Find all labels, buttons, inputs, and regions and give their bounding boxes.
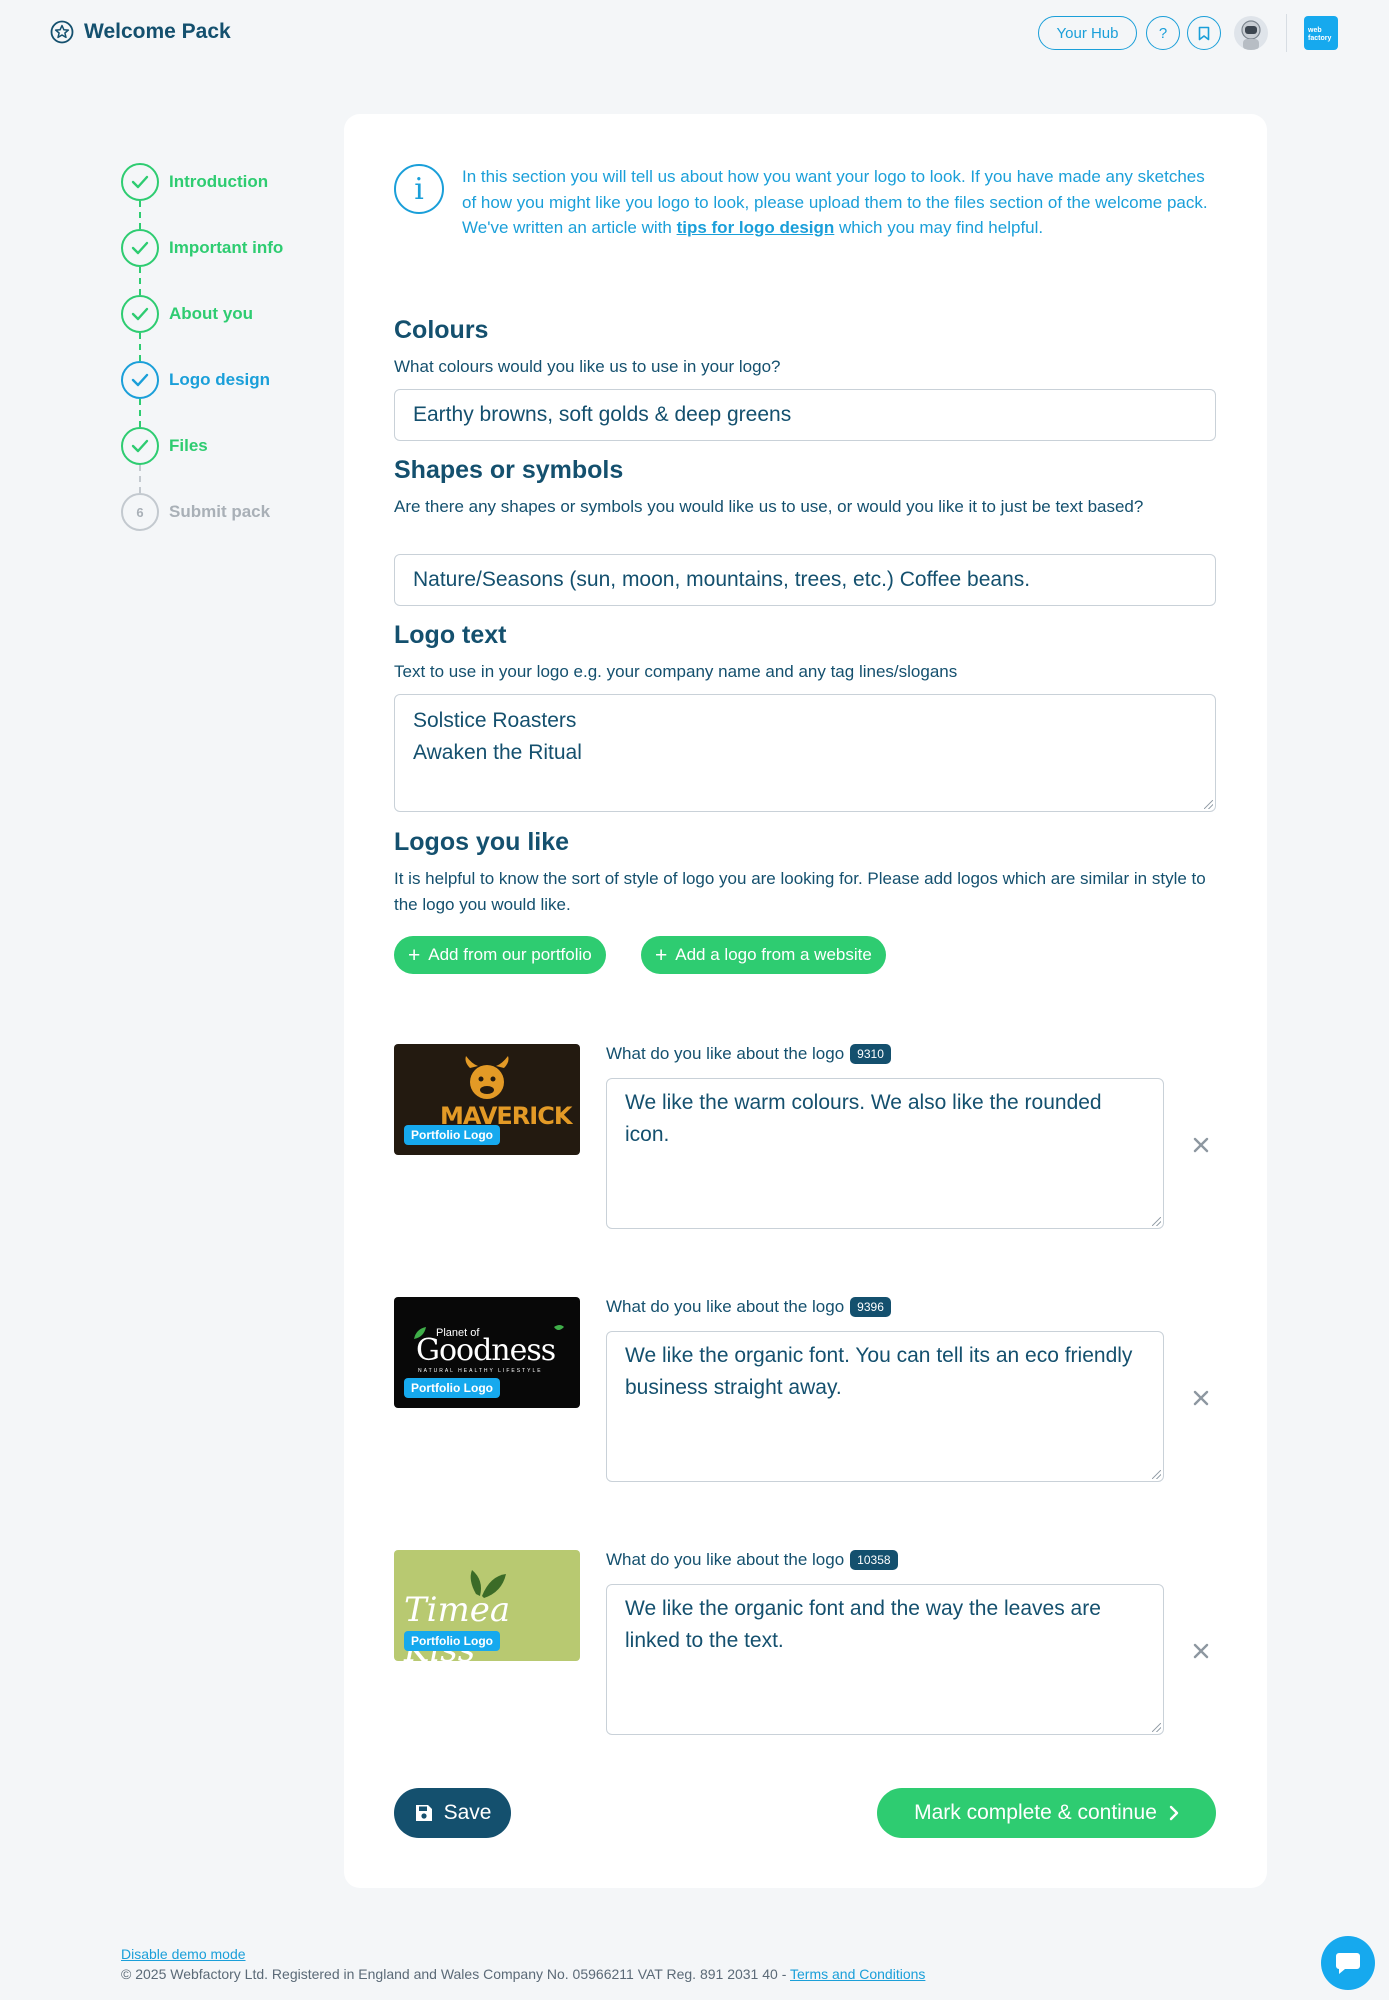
logos-you-like-title: Logos you like — [394, 828, 570, 856]
logo-thumbnail[interactable]: Planet of Goodness NATURAL HEALTHY LIFES… — [394, 1297, 580, 1408]
colours-title: Colours — [394, 316, 489, 344]
remove-logo-button[interactable] — [1190, 1387, 1212, 1409]
portfolio-logo-badge: Portfolio Logo — [404, 1125, 500, 1145]
floppy-disk-icon — [415, 1805, 432, 1821]
star-badge-icon — [50, 20, 74, 44]
logo-design-card: i In this section you will tell us about… — [344, 114, 1267, 1888]
resize-handle[interactable] — [1204, 800, 1213, 809]
add-from-portfolio-button[interactable]: + Add from our portfolio — [394, 936, 606, 974]
logo-text-description: Text to use in your logo e.g. your compa… — [394, 662, 958, 681]
tips-link[interactable]: tips for logo design — [677, 218, 835, 237]
step-logo-design[interactable]: Logo design — [121, 361, 270, 399]
liked-logo-row: Timea Kiss Portfolio Logo What do you li… — [394, 1550, 1216, 1740]
remove-logo-button[interactable] — [1190, 1640, 1212, 1662]
step-connector — [139, 333, 141, 361]
logo-text-title: Logo text — [394, 621, 507, 649]
shapes-input[interactable]: Nature/Seasons (sun, moon, mountains, tr… — [394, 554, 1216, 606]
step-about-you[interactable]: About you — [121, 295, 253, 333]
check-icon — [131, 175, 149, 189]
shapes-title: Shapes or symbols — [394, 456, 624, 484]
help-button[interactable]: ? — [1146, 16, 1180, 50]
page-title: Welcome Pack — [84, 20, 231, 43]
webfactory-logo[interactable]: web factory — [1304, 16, 1338, 50]
step-files[interactable]: Files — [121, 427, 208, 465]
legal-text: © 2025 Webfactory Ltd. Registered in Eng… — [121, 1966, 790, 1982]
chat-bubble-icon — [1336, 1953, 1360, 1974]
logo-thumbnail[interactable]: Timea Kiss Portfolio Logo — [394, 1550, 580, 1661]
step-number: 6 — [121, 493, 159, 531]
check-icon — [131, 307, 149, 321]
avatar[interactable] — [1234, 16, 1268, 50]
step-introduction[interactable]: Introduction — [121, 163, 268, 201]
step-label: Files — [169, 436, 208, 455]
logo-comment-label: What do you like about the logo 10358 — [606, 1550, 898, 1570]
your-hub-button[interactable]: Your Hub — [1038, 16, 1137, 50]
resize-handle[interactable] — [1152, 1723, 1161, 1732]
step-submit-pack[interactable]: 6 Submit pack — [121, 493, 270, 531]
save-button[interactable]: Save — [394, 1788, 511, 1838]
logo-text-textarea[interactable]: Solstice Roasters Awaken the Ritual — [394, 694, 1216, 812]
terms-link[interactable]: Terms and Conditions — [790, 1966, 925, 1982]
step-label: About you — [169, 304, 254, 323]
bookmark-icon — [1198, 26, 1210, 40]
close-icon — [1193, 1390, 1209, 1406]
shapes-description: Are there any shapes or symbols you woul… — [394, 497, 1144, 516]
close-icon — [1193, 1643, 1209, 1659]
liked-logo-row: Planet of Goodness NATURAL HEALTHY LIFES… — [394, 1297, 1216, 1487]
logo-thumbnail[interactable]: MAVERICK Portfolio Logo — [394, 1044, 580, 1155]
step-label: Introduction — [169, 172, 269, 191]
brand[interactable]: Welcome Pack — [50, 20, 231, 44]
plus-icon: + — [408, 943, 421, 967]
liked-logo-row: MAVERICK Portfolio Logo What do you like… — [394, 1044, 1216, 1234]
check-icon — [131, 241, 149, 255]
add-logo-from-website-button[interactable]: + Add a logo from a website — [641, 936, 886, 974]
step-connector — [139, 201, 141, 229]
thumbnail-text: NATURAL HEALTHY LIFESTYLE — [418, 1368, 543, 1374]
header-divider — [1286, 14, 1287, 52]
logo-id-badge: 9310 — [850, 1044, 891, 1064]
colours-description: What colours would you like us to use in… — [394, 357, 781, 376]
info-callout: i In this section you will tell us about… — [394, 164, 1214, 241]
step-connector — [139, 465, 141, 493]
question-icon: ? — [1158, 24, 1168, 42]
close-icon — [1193, 1137, 1209, 1153]
portfolio-logo-badge: Portfolio Logo — [404, 1631, 500, 1651]
info-icon: i — [394, 164, 444, 214]
check-icon — [131, 439, 149, 453]
logo-comment-label: What do you like about the logo 9310 — [606, 1044, 891, 1064]
logo-comment-label: What do you like about the logo 9396 — [606, 1297, 891, 1317]
plus-icon: + — [655, 943, 668, 967]
logo-id-badge: 9396 — [850, 1297, 891, 1317]
chat-button[interactable] — [1321, 1936, 1375, 1990]
step-label: Important info — [169, 238, 284, 257]
step-label: Logo design — [169, 370, 271, 389]
check-icon — [131, 373, 149, 387]
logo-comment-textarea[interactable]: We like the warm colours. We also like t… — [606, 1078, 1164, 1229]
top-bar: Welcome Pack Your Hub ? web factory — [0, 0, 1389, 66]
disable-demo-link[interactable]: Disable demo mode — [121, 1946, 246, 1962]
footer: Disable demo mode © 2025 Webfactory Ltd.… — [121, 1944, 925, 1984]
logo-id-badge: 10358 — [850, 1550, 898, 1570]
thumbnail-text: Goodness — [416, 1333, 556, 1368]
portfolio-logo-badge: Portfolio Logo — [404, 1378, 500, 1398]
logos-you-like-description: It is helpful to know the sort of style … — [394, 869, 1206, 914]
chevron-right-icon — [1169, 1805, 1179, 1821]
step-connector — [139, 267, 141, 295]
step-connector — [139, 399, 141, 427]
mark-complete-continue-button[interactable]: Mark complete & continue — [877, 1788, 1216, 1838]
colours-input[interactable]: Earthy browns, soft golds & deep greens — [394, 389, 1216, 441]
logo-comment-textarea[interactable]: We like the organic font and the way the… — [606, 1584, 1164, 1735]
remove-logo-button[interactable] — [1190, 1134, 1212, 1156]
resize-handle[interactable] — [1152, 1217, 1161, 1226]
astronaut-avatar-icon — [1241, 20, 1261, 50]
logo-comment-textarea[interactable]: We like the organic font. You can tell i… — [606, 1331, 1164, 1482]
info-text: In this section you will tell us about h… — [462, 167, 1208, 237]
step-important-info[interactable]: Important info — [121, 229, 283, 267]
resize-handle[interactable] — [1152, 1470, 1161, 1479]
bookmark-button[interactable] — [1187, 16, 1221, 50]
step-label: Submit pack — [169, 502, 271, 521]
